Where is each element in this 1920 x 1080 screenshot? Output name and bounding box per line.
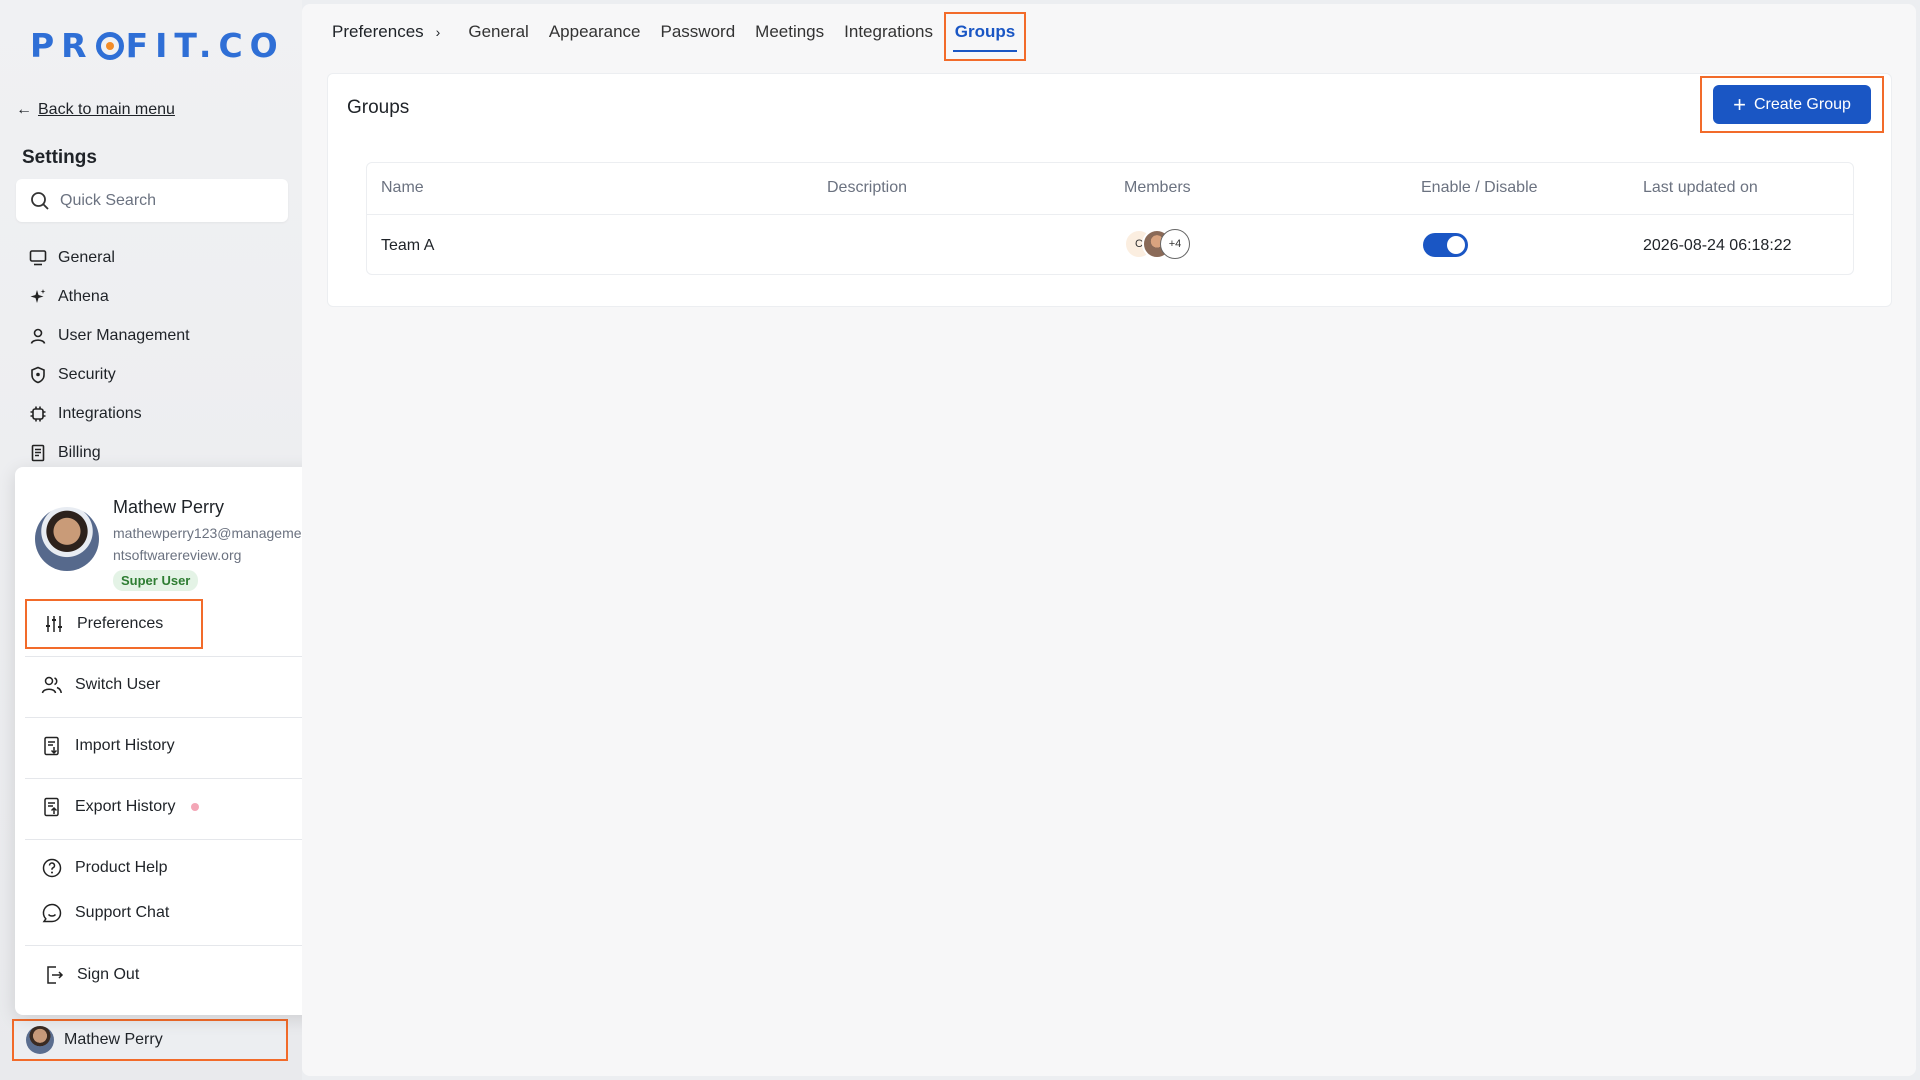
profile-name: Mathew Perry (113, 497, 225, 517)
user-icon (28, 326, 48, 346)
menu-item-product-help[interactable]: Product Help (25, 843, 318, 893)
more-members-badge: +4 (1160, 229, 1190, 259)
sidebar-item-athena[interactable]: Athena (28, 277, 190, 316)
profile-menu: Mathew Perry mathewperry123@managementso… (15, 467, 328, 1015)
settings-heading: Settings (22, 147, 97, 168)
menu-item-label: Export History (75, 798, 176, 815)
avatar (35, 507, 99, 571)
members-avatars[interactable]: C +4 (1124, 229, 1190, 259)
search-input[interactable] (60, 191, 260, 210)
arrow-left-icon: ← (16, 101, 32, 118)
back-link[interactable]: Back to main menu (38, 101, 175, 119)
main-content: Preferences › General Appearance Passwor… (302, 4, 1916, 1076)
divider (25, 656, 318, 657)
groups-table: Name Description Members Enable / Disabl… (366, 162, 1854, 275)
export-doc-icon (41, 796, 63, 818)
menu-item-import-history[interactable]: Import History (25, 721, 318, 771)
create-group-label: Create Group (1753, 95, 1851, 113)
last-updated-cell: 2026-08-24 06:18:22 (1643, 237, 1792, 254)
settings-nav: General Athena User Management Security … (28, 238, 190, 472)
breadcrumb[interactable]: Preferences (332, 22, 424, 42)
menu-item-sign-out[interactable]: Sign Out (25, 950, 318, 1000)
avatar (26, 1026, 54, 1054)
divider (25, 778, 318, 779)
divider (25, 839, 318, 840)
sidebar-item-label: Billing (58, 443, 101, 461)
monitor-icon (28, 248, 48, 268)
profile-card: Mathew Perry mathewperry123@managementso… (35, 497, 303, 591)
sliders-icon (43, 613, 65, 635)
chat-icon (41, 902, 63, 924)
preferences-tabs: Preferences › General Appearance Passwor… (332, 22, 953, 42)
sidebar-item-label: Athena (58, 287, 109, 305)
tab-password[interactable]: Password (661, 22, 736, 42)
plus-icon: + (1733, 91, 1746, 117)
sidebar-item-user-management[interactable]: User Management (28, 316, 190, 355)
sidebar-item-label: Integrations (58, 404, 142, 422)
menu-item-switch-user[interactable]: Switch User (25, 660, 318, 710)
current-user-name: Mathew Perry (64, 1031, 163, 1048)
menu-item-label: Sign Out (77, 966, 140, 983)
sparkle-icon (28, 287, 48, 307)
create-group-highlight: + Create Group (1700, 76, 1884, 133)
page-title: Groups (347, 97, 410, 118)
menu-item-export-history[interactable]: Export History (25, 782, 318, 832)
sidebar-item-label: User Management (58, 326, 190, 344)
sign-out-icon (43, 964, 65, 986)
menu-item-preferences[interactable]: Preferences (25, 599, 203, 649)
tab-groups-label: Groups (952, 22, 1018, 52)
tab-appearance[interactable]: Appearance (549, 22, 641, 42)
menu-item-label: Support Chat (75, 904, 170, 921)
group-name-cell[interactable]: Team A (381, 237, 434, 255)
divider (25, 717, 318, 718)
divider (367, 214, 1853, 215)
sidebar-item-general[interactable]: General (28, 238, 190, 277)
tab-general[interactable]: General (468, 22, 528, 42)
column-header-description[interactable]: Description (827, 179, 907, 197)
import-doc-icon (41, 735, 63, 757)
profit-co-logo[interactable]: PR FIT.CO (30, 26, 285, 65)
sidebar-item-label: Security (58, 365, 116, 383)
column-header-name[interactable]: Name (381, 179, 424, 197)
notification-dot (191, 803, 200, 811)
column-header-last-updated[interactable]: Last updated on (1643, 179, 1758, 197)
menu-item-label: Preferences (77, 615, 164, 632)
shield-icon (28, 365, 48, 385)
receipt-icon (28, 443, 48, 463)
column-header-members[interactable]: Members (1124, 179, 1191, 197)
help-circle-icon (41, 857, 63, 879)
menu-item-label: Switch User (75, 676, 161, 693)
users-icon (41, 674, 63, 696)
back-to-main-menu[interactable]: ← Back to main menu (16, 101, 175, 119)
role-badge: Super User (113, 570, 199, 591)
profile-email: mathewperry123@managementsoftwarereview.… (113, 525, 302, 563)
menu-item-support-chat[interactable]: Support Chat (25, 888, 318, 938)
enable-toggle[interactable] (1423, 233, 1468, 257)
tab-meetings[interactable]: Meetings (755, 22, 824, 42)
sidebar-item-security[interactable]: Security (28, 355, 190, 394)
menu-item-label: Product Help (75, 859, 168, 876)
sidebar-item-integrations[interactable]: Integrations (28, 394, 190, 433)
quick-search[interactable] (16, 179, 288, 222)
column-header-enable-disable[interactable]: Enable / Disable (1421, 179, 1538, 197)
chevron-right-icon: › (435, 24, 441, 40)
menu-item-label: Import History (75, 737, 175, 754)
divider (25, 945, 318, 946)
current-user-button[interactable]: Mathew Perry (12, 1019, 288, 1061)
search-icon (31, 191, 49, 210)
tab-groups[interactable]: Groups (944, 12, 1026, 61)
tab-integrations[interactable]: Integrations (844, 22, 933, 42)
create-group-button[interactable]: + Create Group (1713, 85, 1871, 124)
sidebar-item-label: General (58, 248, 115, 266)
groups-card: Groups + Create Group Name Description M… (327, 73, 1892, 307)
chip-icon (28, 404, 48, 424)
